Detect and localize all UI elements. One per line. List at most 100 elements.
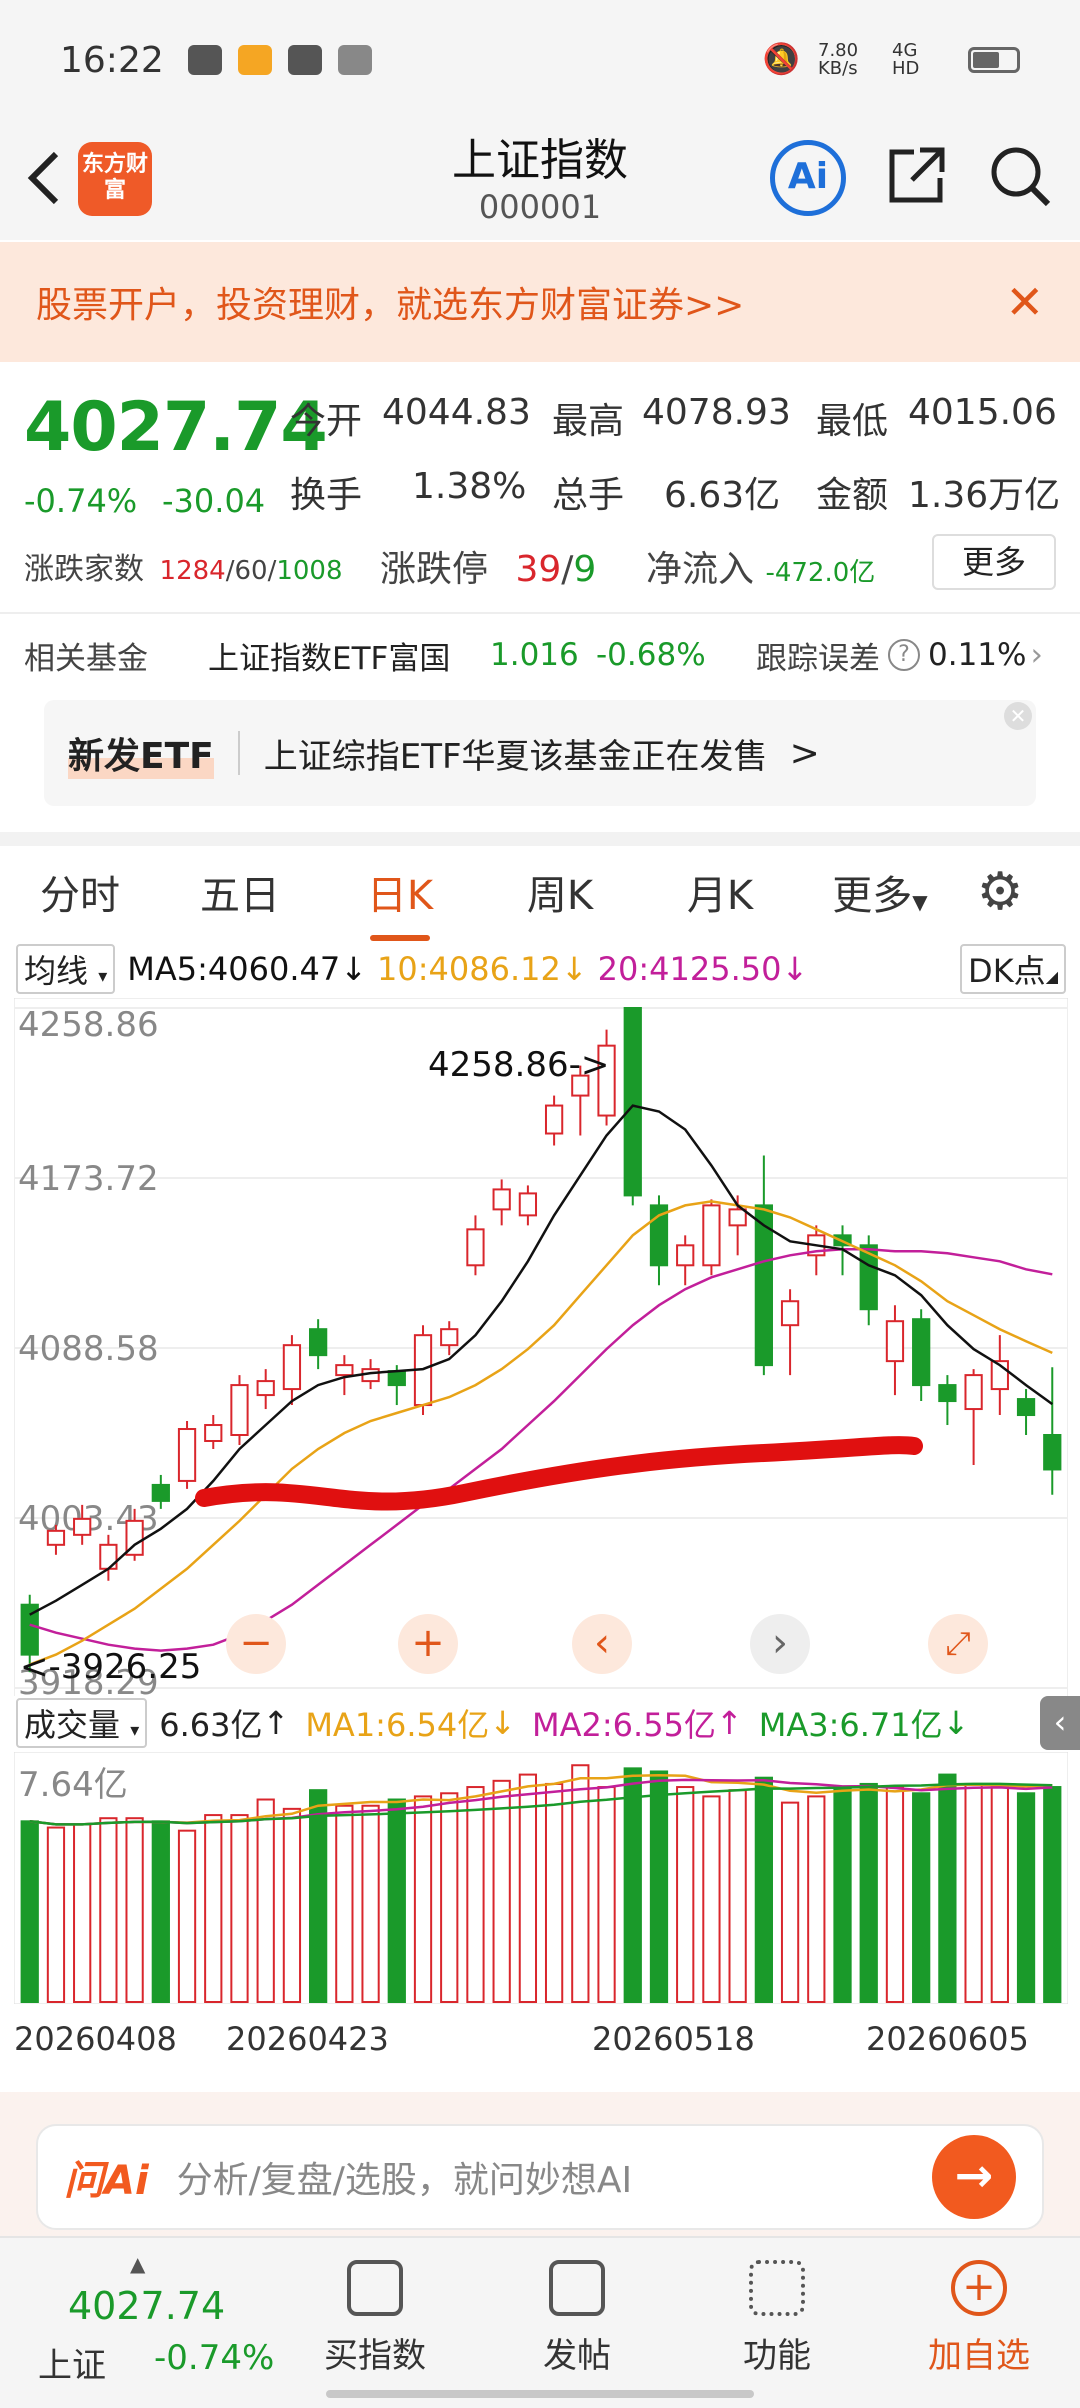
nav-buy-index[interactable]: 买指数 xyxy=(300,2260,450,2377)
nav-post[interactable]: 发帖 xyxy=(502,2260,652,2377)
amount-label: 金额 xyxy=(816,475,889,516)
nav-add-watchlist[interactable]: + 加自选 xyxy=(904,2260,1054,2377)
nav-func-label: 功能 xyxy=(743,2336,811,2376)
indicator-select[interactable]: 均线 ▾ xyxy=(16,944,116,994)
grid-icon xyxy=(749,2260,805,2316)
date-label: 20260518 xyxy=(592,2020,755,2058)
ma20-value: 20:4125.50 xyxy=(597,950,782,988)
candle-body xyxy=(177,1428,197,1482)
bottom-quote[interactable]: ▲ 4027.74 上证 -0.74% xyxy=(24,2252,284,2386)
volume-chart[interactable]: 7.64亿 xyxy=(13,1751,1069,2005)
chart-line-icon xyxy=(347,2260,403,2316)
limit-down: 9 xyxy=(573,549,597,590)
promo-text: 股票开户，投资理财，就选东方财富证券>> xyxy=(36,285,745,326)
volume-bar xyxy=(387,1798,406,2003)
limit-stats: 涨跌停 39/9 xyxy=(380,549,597,590)
candle-body xyxy=(73,1517,92,1536)
candlestick-chart[interactable]: 4258.864173.724088.584003.433918.294258.… xyxy=(13,997,1069,1703)
caret-down-icon: ▼ xyxy=(912,890,928,914)
close-icon[interactable]: ✕ xyxy=(1005,275,1044,329)
open-value: 4044.83 xyxy=(382,392,531,433)
arrow-right-icon[interactable]: → xyxy=(932,2135,1016,2219)
turnover-label: 换手 xyxy=(290,475,363,516)
dk-point-select[interactable]: DK点◢ xyxy=(960,944,1066,994)
volume-bar xyxy=(807,1795,826,2004)
search-icon[interactable] xyxy=(986,142,1054,210)
etf-arrow: > xyxy=(789,732,820,774)
share-icon[interactable] xyxy=(884,144,948,208)
y-tick-label: 4088.58 xyxy=(18,1329,159,1369)
scroll-left-button[interactable]: ‹ xyxy=(572,1614,632,1674)
tab-more[interactable]: 更多▼ xyxy=(800,863,960,921)
volume-svg: 7.64亿 xyxy=(13,1751,1069,2005)
app-notification-icon xyxy=(187,45,222,75)
candle-body xyxy=(544,1104,564,1135)
change-abs: -30.04 xyxy=(162,482,266,520)
ai-button[interactable]: Ai xyxy=(770,140,846,216)
arrow-down-icon: ↓ xyxy=(781,950,809,988)
help-icon[interactable]: ? xyxy=(888,639,920,671)
candle-body xyxy=(885,1320,905,1363)
volume-bar xyxy=(492,1779,511,2003)
high-value: 4078.93 xyxy=(642,392,791,433)
tab-daily-k[interactable]: 日K xyxy=(320,863,480,941)
zoom-in-button[interactable]: + xyxy=(398,1614,458,1674)
volume-bar xyxy=(728,1789,747,2003)
tab-more-label: 更多 xyxy=(832,873,913,919)
more-button[interactable]: 更多 xyxy=(932,534,1056,590)
candle-body xyxy=(702,1204,721,1267)
current-price: 4027.74 xyxy=(24,388,328,467)
scroll-right-button[interactable]: › xyxy=(750,1614,810,1674)
candle-body xyxy=(230,1384,249,1437)
bottom-price: 4027.74 xyxy=(68,2284,226,2328)
breadth-down: 1008 xyxy=(276,556,343,586)
nav-post-label: 发帖 xyxy=(543,2336,611,2376)
tab-intraday[interactable]: 分时 xyxy=(0,863,160,921)
volume-bar xyxy=(649,1770,669,2003)
bottom-pct: -0.74% xyxy=(154,2338,275,2378)
promo-banner[interactable]: 股票开户，投资理财，就选东方财富证券>> ✕ xyxy=(0,242,1080,362)
volume-bar xyxy=(466,1786,485,2004)
indicator-select-label: 均线 xyxy=(24,952,89,990)
ask-input[interactable]: 分析/复盘/选股，就问妙想AI xyxy=(177,2151,633,2203)
candle-body xyxy=(387,1370,406,1387)
nav-buy-label: 买指数 xyxy=(324,2336,426,2376)
etf-text: 上证综指ETF华夏该基金正在发售 xyxy=(263,736,768,777)
volume-bar xyxy=(99,1817,118,2003)
flow-value: -472.0亿 xyxy=(765,558,876,588)
candle-body xyxy=(309,1328,328,1357)
tab-monthly-k[interactable]: 月K xyxy=(640,863,800,921)
collapse-tab[interactable]: ‹ xyxy=(1040,1696,1080,1750)
nav-functions[interactable]: 功能 xyxy=(702,2260,852,2377)
arrow-down-icon: ↓ xyxy=(489,1704,517,1742)
ask-ai-bar[interactable]: 问Ai 分析/复盘/选股，就问妙想AI → xyxy=(36,2124,1044,2230)
volume-bar xyxy=(256,1798,275,2003)
new-etf-card[interactable]: 新发ETF 上证综指ETF华夏该基金正在发售 > ✕ xyxy=(44,700,1036,806)
edit-icon xyxy=(549,2260,605,2316)
low-marker-label: <-3926.25 xyxy=(20,1647,201,1687)
open-label: 今开 xyxy=(290,401,363,442)
tab-five-day[interactable]: 五日 xyxy=(160,863,320,921)
volume-bar xyxy=(151,1820,170,2004)
tab-weekly-k[interactable]: 周K xyxy=(480,863,640,921)
candle-body xyxy=(256,1380,275,1397)
ma5-value: MA5:4060.47 xyxy=(127,950,341,988)
browser-icon xyxy=(287,45,322,75)
volume-bar xyxy=(990,1786,1009,2004)
fund-price: 1.016 xyxy=(490,637,579,673)
volume-bar xyxy=(544,1782,564,2003)
notification-icons xyxy=(187,45,372,75)
volume-select[interactable]: 成交量 ▾ xyxy=(16,1698,148,1748)
status-right: 🔕 7.80 KB/s 4G HD xyxy=(763,42,1020,78)
close-icon[interactable]: ✕ xyxy=(1004,702,1032,730)
low-label: 最低 xyxy=(816,401,889,442)
zoom-out-button[interactable]: − xyxy=(226,1614,286,1674)
etf-divider xyxy=(237,731,240,775)
high-label: 最高 xyxy=(552,401,625,442)
status-bar: 16:22 🔕 7.80 KB/s 4G HD xyxy=(0,0,1080,120)
fullscreen-button[interactable]: ⤢ xyxy=(928,1614,988,1674)
settings-gear-icon[interactable]: ⚙ xyxy=(960,862,1040,922)
related-fund-row[interactable]: 相关基金 上证指数ETF富国 1.016 -0.68% 跟踪误差 ? 0.11%… xyxy=(0,612,1080,696)
amount-value: 1.36万亿 xyxy=(908,475,1061,516)
change-pct: -0.74% xyxy=(24,482,138,520)
